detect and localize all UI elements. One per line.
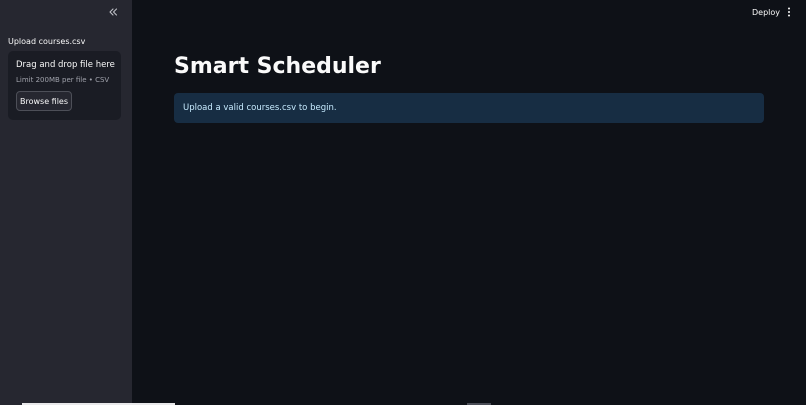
app-root: Upload courses.csv Drag and drop file he… bbox=[0, 0, 806, 405]
info-alert: Upload a valid courses.csv to begin. bbox=[174, 93, 764, 123]
double-chevron-left-icon bbox=[109, 8, 118, 16]
browse-files-button[interactable]: Browse files bbox=[16, 91, 72, 111]
dropzone-title: Drag and drop file here bbox=[16, 60, 115, 70]
deploy-button[interactable]: Deploy bbox=[749, 5, 783, 19]
vertical-ellipsis-icon bbox=[788, 7, 790, 17]
main-menu-button[interactable] bbox=[783, 5, 795, 19]
page-title: Smart Scheduler bbox=[174, 54, 381, 79]
sidebar: Upload courses.csv Drag and drop file he… bbox=[0, 0, 132, 405]
info-alert-text: Upload a valid courses.csv to begin. bbox=[183, 103, 337, 113]
file-uploader-label: Upload courses.csv bbox=[8, 37, 86, 46]
collapse-sidebar-button[interactable] bbox=[105, 4, 121, 20]
dropzone-limit-text: Limit 200MB per file • CSV bbox=[16, 76, 110, 84]
file-dropzone[interactable]: Drag and drop file here Limit 200MB per … bbox=[8, 51, 121, 120]
